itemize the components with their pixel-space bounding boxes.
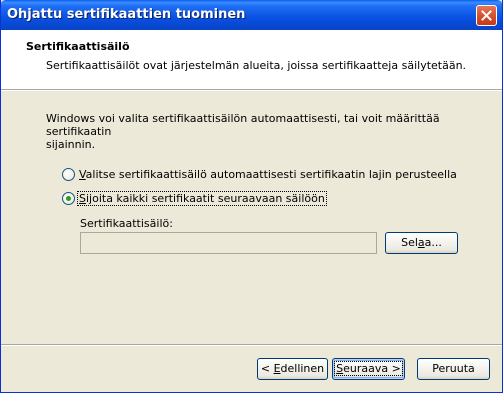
radio-auto-select-store[interactable]: Valitse sertifikaattisäilö automaattises…: [62, 166, 458, 182]
radio-manual-accel: S: [79, 191, 86, 205]
radio-manual-button[interactable]: [62, 191, 75, 205]
back-button[interactable]: < Edellinen: [257, 358, 328, 380]
title-bar[interactable]: Ohjattu sertifikaattien tuominen: [1, 0, 502, 30]
back-text-post: dellinen: [280, 362, 325, 375]
intro-line-2: sijainnin.: [46, 138, 96, 151]
next-focus-ring: Seuraava >: [334, 361, 403, 376]
radio-auto-label[interactable]: Valitse sertifikaattisäilö automaattises…: [78, 168, 458, 181]
radio-auto-button[interactable]: [62, 167, 75, 181]
next-text-post: euraava >: [343, 362, 401, 375]
header-divider-highlight: [1, 90, 502, 91]
certificate-store-field[interactable]: [80, 232, 377, 254]
page-title: Sertifikaattisäilö: [26, 40, 130, 53]
certificate-store-label: Sertifikaattisäilö:: [80, 217, 173, 230]
footer-divider-highlight: [1, 345, 502, 346]
radio-selected-dot: [66, 195, 71, 201]
cancel-button[interactable]: Peruuta: [417, 358, 490, 380]
browse-accel: a: [417, 236, 425, 249]
window-title: Ohjattu sertifikaattien tuominen: [7, 7, 246, 22]
close-icon: [481, 10, 492, 21]
browse-text-pre: Sel: [401, 236, 418, 249]
browse-text-post: a...: [424, 236, 442, 249]
next-button[interactable]: Seuraava >: [332, 358, 405, 380]
import-wizard-window: Ohjattu sertifikaattien tuominen Sertifi…: [0, 0, 503, 393]
back-accel: E: [273, 362, 281, 375]
browse-button[interactable]: Selaa...: [385, 232, 458, 254]
radio-auto-text: alitse sertifikaattisäilö automaattisest…: [85, 167, 457, 181]
radio-auto-accel: V: [79, 167, 86, 181]
intro-line-1: Windows voi valita sertifikaattisäilön a…: [46, 112, 440, 138]
intro-text: Windows voi valita sertifikaattisäilön a…: [46, 112, 456, 151]
radio-place-in-store[interactable]: Sijoita kaikki sertifikaatit seuraavaan …: [62, 190, 327, 206]
back-text-pre: <: [260, 362, 274, 375]
close-button[interactable]: [476, 5, 497, 26]
radio-manual-label[interactable]: Sijoita kaikki sertifikaatit seuraavaan …: [77, 190, 327, 206]
radio-manual-text: ijoita kaikki sertifikaatit seuraavaan s…: [85, 191, 325, 205]
wizard-header: Sertifikaattisäilö Sertifikaattisäilöt o…: [1, 30, 502, 89]
page-subtitle: Sertifikaattisäilöt ovat järjestelmän al…: [46, 59, 467, 72]
